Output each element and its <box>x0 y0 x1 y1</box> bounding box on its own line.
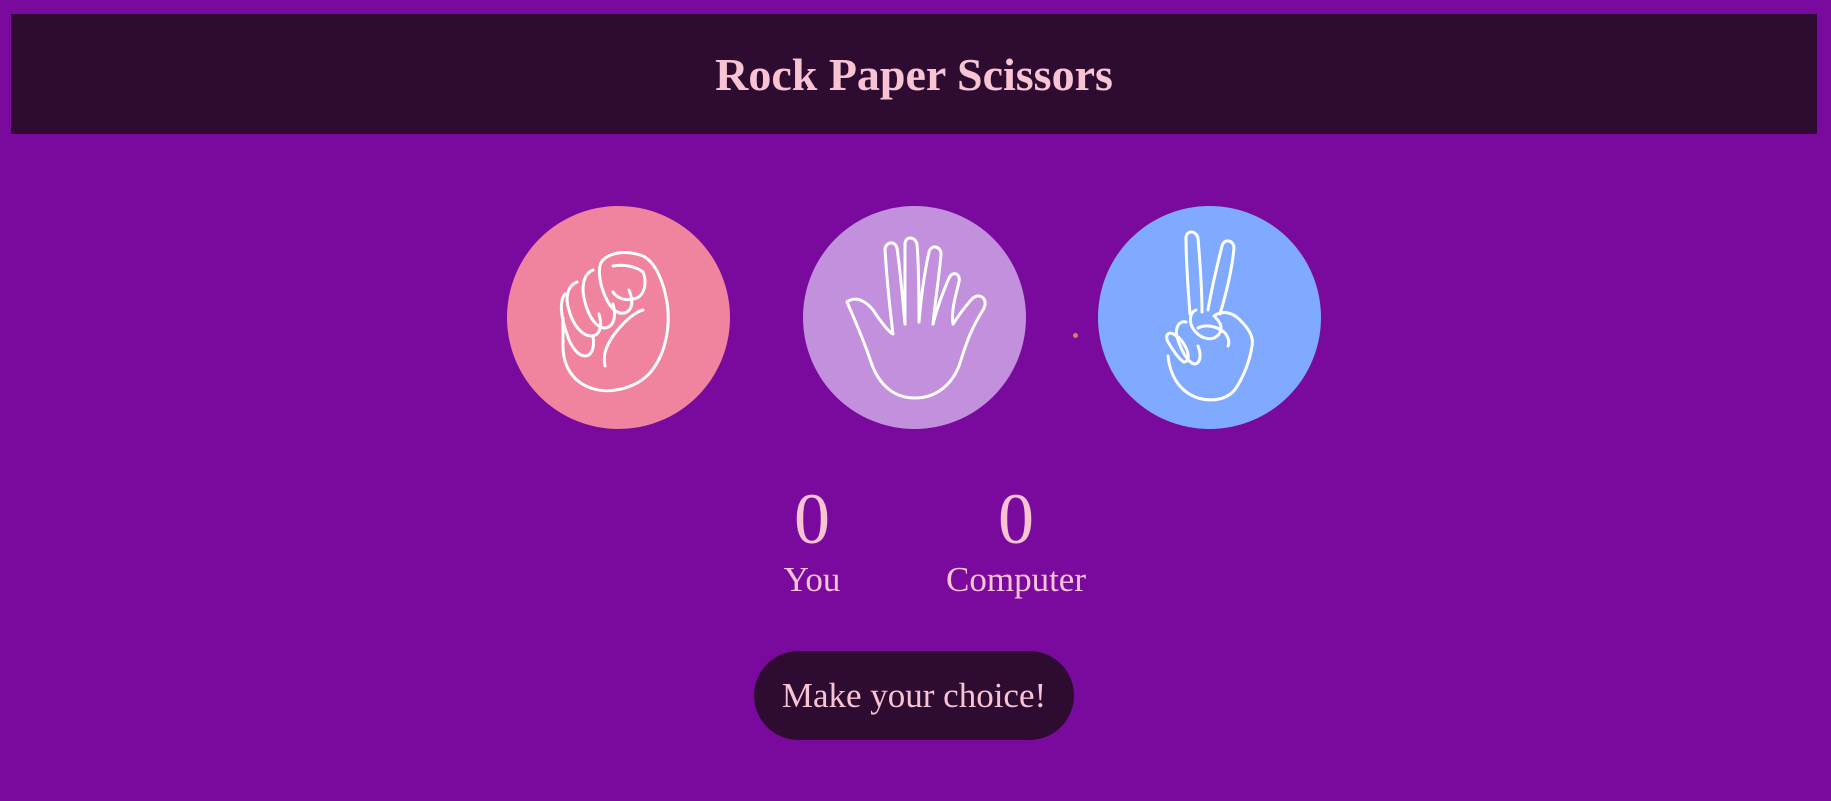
player-score-value: 0 <box>794 479 830 559</box>
header-bar: Rock Paper Scissors <box>11 14 1817 134</box>
player-score: 0 You <box>712 478 912 600</box>
computer-score-value: 0 <box>998 479 1034 559</box>
fist-icon <box>559 251 670 393</box>
scissors-choice-button[interactable] <box>1098 206 1321 429</box>
page-title: Rock Paper Scissors <box>715 48 1113 100</box>
separator-dot <box>1073 333 1078 338</box>
computer-score-label: Computer <box>946 560 1086 599</box>
paper-choice-button[interactable] <box>803 206 1026 429</box>
rock-choice-button[interactable] <box>507 206 730 429</box>
player-score-label: You <box>783 560 841 599</box>
open-hand-icon <box>845 236 987 400</box>
peace-hand-icon <box>1165 230 1254 402</box>
status-message-button[interactable]: Make your choice! <box>754 651 1074 740</box>
computer-score: 0 Computer <box>916 478 1116 600</box>
